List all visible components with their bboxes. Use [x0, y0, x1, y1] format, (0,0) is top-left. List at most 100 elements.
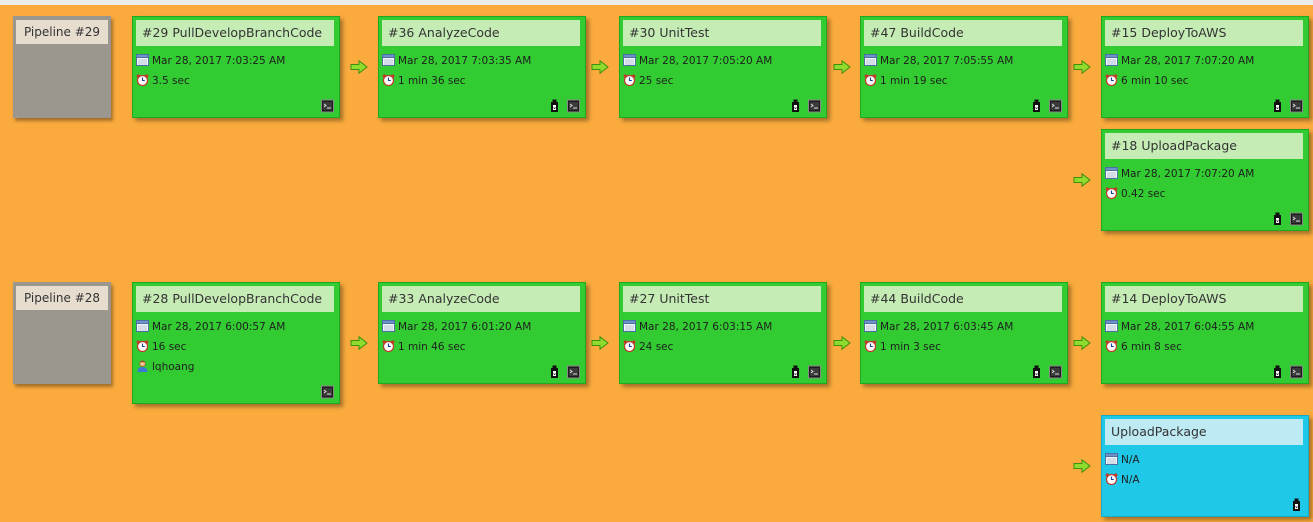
- job-date: Mar 28, 2017 7:07:20 AM: [1121, 55, 1255, 67]
- console-icon[interactable]: [567, 98, 580, 113]
- alarm-clock-icon: [136, 340, 149, 353]
- job-duration: N/A: [1121, 474, 1140, 486]
- job-card-analyze-code[interactable]: #36 AnalyzeCode Mar 28, 2017 7:03:35 AM …: [378, 16, 586, 118]
- green-arrow-icon: [833, 335, 851, 351]
- console-icon[interactable]: [1290, 211, 1303, 226]
- job-date: Mar 28, 2017 7:03:35 AM: [398, 55, 532, 67]
- console-icon[interactable]: [808, 98, 821, 113]
- job-date: Mar 28, 2017 7:05:55 AM: [880, 55, 1014, 67]
- job-duration: 24 sec: [639, 341, 674, 353]
- job-title-link[interactable]: #14 DeployToAWS: [1105, 286, 1303, 312]
- job-duration: 6 min 10 sec: [1121, 75, 1189, 87]
- artifact-icon[interactable]: [1030, 364, 1043, 378]
- job-title-link[interactable]: #36 AnalyzeCode: [382, 20, 580, 46]
- console-icon[interactable]: [321, 384, 334, 399]
- job-duration: 3.5 sec: [152, 75, 190, 87]
- alarm-clock-icon: [1105, 187, 1118, 200]
- artifact-icon[interactable]: [548, 364, 561, 378]
- console-icon[interactable]: [567, 364, 580, 379]
- alarm-clock-icon: [864, 340, 877, 353]
- job-date: Mar 28, 2017 7:05:20 AM: [639, 55, 773, 67]
- artifact-icon[interactable]: [1271, 364, 1284, 378]
- artifact-icon[interactable]: [548, 98, 561, 112]
- alarm-clock-icon: [1105, 473, 1118, 486]
- artifact-icon[interactable]: [1271, 98, 1284, 112]
- calendar-icon: [623, 320, 636, 332]
- job-card-analyze-code[interactable]: #33 AnalyzeCode Mar 28, 2017 6:01:20 AM …: [378, 282, 586, 384]
- job-title-link[interactable]: #29 PullDevelopBranchCode: [136, 20, 334, 46]
- alarm-clock-icon: [1105, 340, 1118, 353]
- job-card-build-code[interactable]: #44 BuildCode Mar 28, 2017 6:03:45 AM 1 …: [860, 282, 1068, 384]
- alarm-clock-icon: [1105, 74, 1118, 87]
- job-title-link[interactable]: #47 BuildCode: [864, 20, 1062, 46]
- alarm-clock-icon: [864, 74, 877, 87]
- job-date: Mar 28, 2017 6:03:15 AM: [639, 321, 773, 333]
- console-icon[interactable]: [1049, 98, 1062, 113]
- job-title-link[interactable]: #18 UploadPackage: [1105, 133, 1303, 159]
- job-title-link[interactable]: #27 UnitTest: [623, 286, 821, 312]
- job-title-link[interactable]: #33 AnalyzeCode: [382, 286, 580, 312]
- calendar-icon: [382, 54, 395, 66]
- calendar-icon: [382, 320, 395, 332]
- alarm-clock-icon: [136, 74, 149, 87]
- green-arrow-icon: [591, 335, 609, 351]
- job-card-unit-test[interactable]: #30 UnitTest Mar 28, 2017 7:05:20 AM 25 …: [619, 16, 827, 118]
- green-arrow-icon: [1073, 335, 1091, 351]
- console-icon[interactable]: [1290, 364, 1303, 379]
- job-title-link[interactable]: #15 DeployToAWS: [1105, 20, 1303, 46]
- calendar-icon: [136, 54, 149, 66]
- calendar-icon: [864, 54, 877, 66]
- artifact-icon[interactable]: [1290, 497, 1303, 511]
- top-border: [0, 0, 1313, 5]
- console-icon[interactable]: [808, 364, 821, 379]
- job-card-pull-develop-branch-code[interactable]: #28 PullDevelopBranchCode Mar 28, 2017 6…: [132, 282, 340, 404]
- job-duration: 1 min 19 sec: [880, 75, 948, 87]
- calendar-icon: [1105, 320, 1118, 332]
- job-card-pull-develop-branch-code[interactable]: #29 PullDevelopBranchCode Mar 28, 2017 7…: [132, 16, 340, 118]
- artifact-icon[interactable]: [1271, 211, 1284, 225]
- pipeline-29-box[interactable]: Pipeline #29: [13, 16, 111, 118]
- job-duration: 16 sec: [152, 341, 187, 353]
- job-card-deploy-to-aws[interactable]: #14 DeployToAWS Mar 28, 2017 6:04:55 AM …: [1101, 282, 1309, 384]
- console-icon[interactable]: [1049, 364, 1062, 379]
- console-icon[interactable]: [1290, 98, 1303, 113]
- job-duration: 0.42 sec: [1121, 188, 1166, 200]
- job-card-upload-package[interactable]: #18 UploadPackage Mar 28, 2017 7:07:20 A…: [1101, 129, 1309, 231]
- alarm-clock-icon: [623, 340, 636, 353]
- artifact-icon[interactable]: [789, 364, 802, 378]
- job-user[interactable]: lqhoang: [152, 361, 194, 373]
- artifact-icon[interactable]: [1030, 98, 1043, 112]
- job-title-link[interactable]: #44 BuildCode: [864, 286, 1062, 312]
- alarm-clock-icon: [382, 340, 395, 353]
- green-arrow-icon: [1073, 172, 1091, 188]
- job-card-unit-test[interactable]: #27 UnitTest Mar 28, 2017 6:03:15 AM 24 …: [619, 282, 827, 384]
- job-duration: 6 min 8 sec: [1121, 341, 1182, 353]
- job-card-upload-package-pending[interactable]: UploadPackage N/A N/A: [1101, 415, 1309, 517]
- alarm-clock-icon: [382, 74, 395, 87]
- green-arrow-icon: [350, 335, 368, 351]
- job-date: Mar 28, 2017 6:01:20 AM: [398, 321, 532, 333]
- green-arrow-icon: [1073, 59, 1091, 75]
- calendar-icon: [136, 320, 149, 332]
- job-date: Mar 28, 2017 6:00:57 AM: [152, 321, 286, 333]
- job-date: Mar 28, 2017 7:03:25 AM: [152, 55, 286, 67]
- job-date: Mar 28, 2017 6:04:55 AM: [1121, 321, 1255, 333]
- console-icon[interactable]: [321, 98, 334, 113]
- job-date: Mar 28, 2017 6:03:45 AM: [880, 321, 1014, 333]
- pipeline-28-box[interactable]: Pipeline #28: [13, 282, 111, 384]
- pipeline-label: Pipeline #28: [16, 286, 108, 310]
- job-date: Mar 28, 2017 7:07:20 AM: [1121, 168, 1255, 180]
- job-duration: 1 min 36 sec: [398, 75, 466, 87]
- job-card-deploy-to-aws[interactable]: #15 DeployToAWS Mar 28, 2017 7:07:20 AM …: [1101, 16, 1309, 118]
- job-duration: 1 min 46 sec: [398, 341, 466, 353]
- job-card-build-code[interactable]: #47 BuildCode Mar 28, 2017 7:05:55 AM 1 …: [860, 16, 1068, 118]
- job-duration: 1 min 3 sec: [880, 341, 941, 353]
- artifact-icon[interactable]: [789, 98, 802, 112]
- pipeline-label: Pipeline #29: [16, 20, 108, 44]
- job-title-link[interactable]: #28 PullDevelopBranchCode: [136, 286, 334, 312]
- job-title-link[interactable]: UploadPackage: [1105, 419, 1303, 445]
- green-arrow-icon: [591, 59, 609, 75]
- job-duration: 25 sec: [639, 75, 674, 87]
- job-title-link[interactable]: #30 UnitTest: [623, 20, 821, 46]
- green-arrow-icon: [350, 59, 368, 75]
